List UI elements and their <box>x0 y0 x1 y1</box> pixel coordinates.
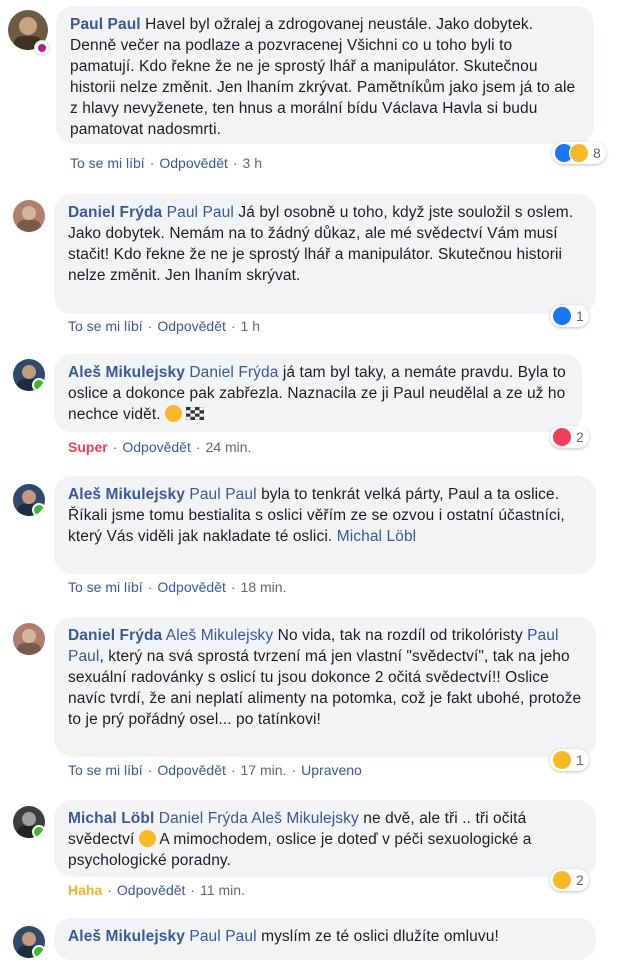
reply-link[interactable]: Odpovědět <box>117 882 186 898</box>
reaction-count: 1 <box>576 308 584 324</box>
comment-actions: Haha · Odpovědět · 11 min. <box>68 882 245 898</box>
reaction-summary[interactable]: 2 <box>550 426 589 448</box>
like-link[interactable]: To se mi líbí <box>70 155 145 171</box>
smiling-emoji-icon <box>138 830 156 847</box>
comment-tail-mention[interactable]: Michal Löbl <box>337 528 417 545</box>
online-status-icon <box>32 825 45 838</box>
comment-author[interactable]: Aleš Mikulejsky <box>68 364 185 381</box>
like-link[interactable]: To se mi líbí <box>68 579 143 595</box>
avatar-photo-icon <box>17 629 41 655</box>
comment-author[interactable]: Daniel Frýda <box>68 627 162 644</box>
reaction-count: 8 <box>593 145 601 161</box>
reaction-count: 2 <box>576 429 584 445</box>
no-entry-badge-icon <box>34 40 50 56</box>
comment-time[interactable]: 17 min. <box>241 762 287 778</box>
comment-time[interactable]: 11 min. <box>200 882 245 898</box>
reaction-summary[interactable]: 2 <box>550 869 589 891</box>
reaction-count: 2 <box>576 872 584 888</box>
like-link[interactable]: To se mi líbí <box>68 318 143 334</box>
comment-bubble: Daniel Frýda Aleš Mikulejsky No vida, ta… <box>54 617 596 757</box>
comment-actions: Super · Odpovědět · 24 min. <box>68 439 252 455</box>
avatar-photo-icon <box>17 206 41 232</box>
like-reaction-icon <box>552 306 572 326</box>
reaction-summary[interactable]: 8 <box>552 142 606 164</box>
comment-mention[interactable]: Paul Paul <box>167 204 234 221</box>
comment-author[interactable]: Aleš Mikulejsky <box>68 928 185 945</box>
comment-bubble: Aleš Mikulejsky Paul Paul myslím ze té o… <box>54 918 596 960</box>
comment-actions: To se mi líbí · Odpovědět · 18 min. <box>68 579 287 595</box>
avatar[interactable] <box>13 359 45 391</box>
reaction-summary[interactable]: 1 <box>550 305 589 327</box>
avatar[interactable] <box>13 623 45 655</box>
comment-mention[interactable]: Daniel Frýda <box>189 364 278 381</box>
reaction-summary[interactable]: 1 <box>550 749 589 771</box>
like-link[interactable]: Haha <box>68 882 102 898</box>
comment-author[interactable]: Michal Löbl <box>68 810 154 827</box>
comment-mention[interactable]: Paul Paul <box>189 486 256 503</box>
avatar[interactable] <box>13 806 45 838</box>
comment-time[interactable]: 3 h <box>243 155 262 171</box>
comment-mention[interactable]: Paul Paul <box>189 928 256 945</box>
online-status-icon <box>32 378 45 391</box>
comment-text: Havel byl ožralej a zdrogovanej neustále… <box>70 16 576 138</box>
reaction-count: 1 <box>576 752 584 768</box>
comment-text-b: A mimochodem, oslice je doteď v péči sex… <box>68 831 532 869</box>
comment-bubble: Michal Löbl Daniel Frýda Aleš Mikulejsky… <box>54 800 596 877</box>
comment-bubble: Daniel Frýda Paul Paul Já byl osobně u t… <box>54 194 596 314</box>
haha-reaction-icon <box>552 870 572 890</box>
love-reaction-icon <box>552 427 572 447</box>
reply-link[interactable]: Odpovědět <box>122 439 191 455</box>
online-status-icon <box>32 945 45 958</box>
comment-text-a: No vida, tak na rozdíl od trikolóristy <box>277 627 523 644</box>
comment-mention[interactable]: Daniel Frýda Aleš Mikulejsky <box>159 810 359 827</box>
comment-bubble: Paul Paul Havel byl ožralej a zdrogovane… <box>56 6 594 144</box>
like-link[interactable]: To se mi líbí <box>68 762 143 778</box>
comment-author[interactable]: Aleš Mikulejsky <box>68 486 185 503</box>
comment-text-b: , který na svá sprostá tvrzení má jen vl… <box>68 648 582 728</box>
reply-link[interactable]: Odpovědět <box>157 762 226 778</box>
checkered-flag-icon <box>186 407 205 420</box>
comment-author[interactable]: Daniel Frýda <box>68 204 162 221</box>
comment-bubble: Aleš Mikulejsky Daniel Frýda já tam byl … <box>54 354 582 432</box>
like-link[interactable]: Super <box>68 439 108 455</box>
comment-text: myslím ze té oslici dlužíte omluvu! <box>261 928 499 945</box>
grinning-emoji-icon <box>165 405 183 422</box>
haha-reaction-icon <box>569 143 589 163</box>
online-status-icon <box>32 503 45 516</box>
comment-actions: To se mi líbí · Odpovědět · 3 h <box>70 155 263 171</box>
comment-author[interactable]: Paul Paul <box>70 16 141 33</box>
reply-link[interactable]: Odpovědět <box>159 155 228 171</box>
avatar[interactable] <box>13 484 45 516</box>
comment-actions: To se mi líbí · Odpovědět · 1 h <box>68 318 261 334</box>
comment-actions: To se mi líbí · Odpovědět · 17 min. · Upraveno <box>68 762 362 778</box>
reply-link[interactable]: Odpovědět <box>157 579 226 595</box>
comment-bubble: Aleš Mikulejsky Paul Paul byla to tenkrá… <box>54 476 596 574</box>
reply-link[interactable]: Odpovědět <box>157 318 226 334</box>
comment-mention[interactable]: Aleš Mikulejsky <box>166 627 273 644</box>
avatar[interactable] <box>13 926 45 958</box>
edited-label[interactable]: Upraveno <box>301 762 362 778</box>
avatar[interactable] <box>13 200 45 232</box>
comment-time[interactable]: 24 min. <box>206 439 252 455</box>
haha-reaction-icon <box>552 750 572 770</box>
comment-time[interactable]: 1 h <box>241 318 260 334</box>
comment-time[interactable]: 18 min. <box>241 579 287 595</box>
